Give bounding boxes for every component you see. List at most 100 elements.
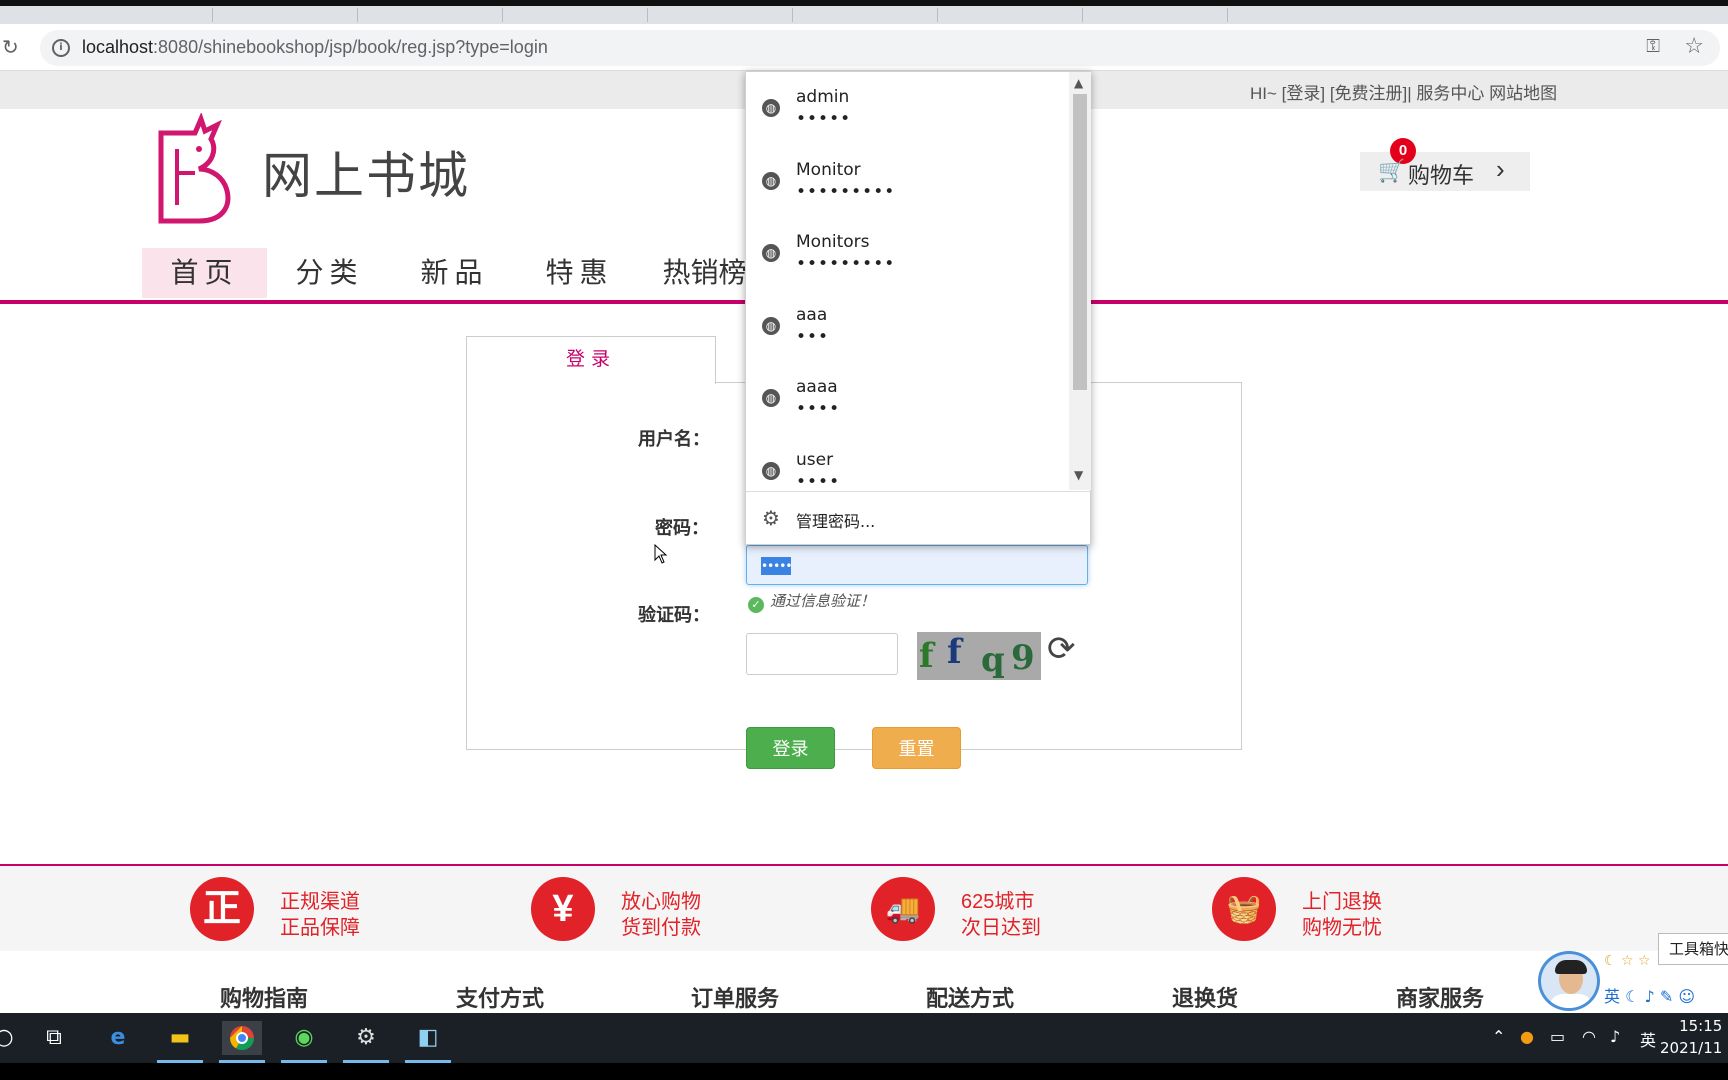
password-label: 密码： — [655, 518, 709, 538]
qq-tray-icon[interactable]: ● — [1520, 1027, 1534, 1046]
clock[interactable]: 15:15 2021/11 — [1660, 1015, 1722, 1059]
password-autofill-dropdown: ◍ admin ••••• ◍ Monitor ••••••••• ◍ Moni… — [745, 71, 1091, 545]
url-text[interactable]: localhost:8080/shinebookshop/jsp/book/re… — [82, 37, 548, 58]
cart-icon: 🛒 — [1378, 158, 1406, 183]
mouse-cursor-icon — [654, 544, 668, 564]
autofill-entry[interactable]: ◍ Monitor ••••••••• — [746, 145, 1069, 217]
address-row: ↻ i localhost:8080/shinebookshop/jsp/boo… — [0, 24, 1728, 71]
guarantee-line1: 放心购物 — [621, 891, 701, 913]
globe-icon: ◍ — [762, 244, 780, 262]
footer-col-orders[interactable]: 订单服务 — [691, 981, 779, 1013]
guarantee-line2: 正品保障 — [280, 917, 360, 939]
site-name[interactable]: 网上书城 — [262, 136, 470, 208]
footer-col-merchant[interactable]: 商家服务 — [1396, 981, 1484, 1013]
footer-col-returns[interactable]: 退换货 — [1172, 981, 1238, 1013]
nav-item-home[interactable]: 首页 — [142, 248, 267, 298]
site-logo[interactable] — [155, 113, 235, 225]
ime-indicator[interactable]: 英 — [1640, 1027, 1656, 1051]
autofill-scrollbar[interactable]: ▲ ▼ — [1069, 72, 1091, 490]
clock-date: 2021/11 — [1660, 1039, 1723, 1057]
autofill-list: ◍ admin ••••• ◍ Monitor ••••••••• ◍ Moni… — [746, 72, 1069, 490]
scroll-thumb[interactable] — [1073, 94, 1087, 390]
password-value: ••••• — [761, 557, 792, 575]
autofill-user: aaaa — [796, 377, 838, 397]
autofill-password: ••• — [796, 327, 830, 347]
bottom-letterbox — [0, 1063, 1728, 1080]
guarantee-line1: 正规渠道 — [280, 891, 360, 913]
password-key-icon[interactable]: ⚿ — [1646, 36, 1660, 57]
taskbar: ○ ⧉ e ▬ ◉ ⚙ ◧ ⌃ ● ▭ ◠ ♪ 英 15:15 2021/11 — [0, 1013, 1728, 1063]
autofill-entry[interactable]: ◍ user •••• — [746, 435, 1069, 490]
autofill-password: •••• — [796, 472, 841, 490]
globe-icon: ◍ — [762, 99, 780, 117]
edge-icon[interactable]: e — [98, 1021, 138, 1055]
settings-app-icon[interactable]: ⚙ — [346, 1021, 386, 1055]
truck-icon: 🚚 — [871, 877, 935, 941]
footer-col-shipping[interactable]: 配送方式 — [926, 981, 1014, 1013]
chrome-icon[interactable] — [222, 1021, 262, 1055]
autofill-entry[interactable]: ◍ aaa ••• — [746, 290, 1069, 362]
globe-icon: ◍ — [762, 317, 780, 335]
utility-links[interactable]: HI~ [登录] [免费注册]| 服务中心 网站地图 — [1250, 79, 1557, 104]
guarantee-band — [0, 866, 1728, 951]
tray-expand-icon[interactable]: ⌃ — [1492, 1027, 1505, 1046]
refresh-captcha-icon[interactable]: ⟳ — [1047, 629, 1076, 669]
autofill-password: ••••••••• — [796, 254, 896, 274]
reload-icon[interactable]: ↻ — [2, 35, 26, 59]
task-view-icon[interactable]: ⧉ — [34, 1021, 74, 1055]
autofill-user: admin — [796, 87, 850, 107]
nav-item-new[interactable]: 新品 — [392, 248, 517, 298]
scroll-up-icon[interactable]: ▲ — [1074, 76, 1083, 90]
guarantee-line2: 货到付款 — [621, 917, 701, 939]
wifi-icon[interactable]: ◠ — [1582, 1027, 1596, 1046]
bookmark-star-icon[interactable]: ☆ — [1684, 34, 1704, 59]
login-button[interactable]: 登录 — [746, 727, 835, 769]
autofill-password: ••••••••• — [796, 182, 896, 202]
volume-icon[interactable]: ♪ — [1610, 1027, 1620, 1046]
guarantee-line2: 购物无忧 — [1302, 917, 1382, 939]
username-label: 用户名： — [638, 429, 710, 449]
autofill-entry[interactable]: ◍ Monitors ••••••••• — [746, 217, 1069, 289]
reset-button[interactable]: 重置 — [872, 727, 961, 769]
qq-avatar[interactable] — [1538, 951, 1600, 1011]
yuan-icon: ¥ — [531, 877, 595, 941]
file-explorer-icon[interactable]: ▬ — [160, 1021, 200, 1055]
password-input[interactable]: ••••• — [746, 545, 1088, 585]
captcha-label: 验证码： — [638, 605, 710, 625]
guarantee-line1: 上门退换 — [1302, 891, 1382, 913]
editor-app-icon[interactable]: ◧ — [408, 1021, 448, 1055]
nav-item-category[interactable]: 分类 — [267, 248, 392, 298]
autofill-password: •••• — [796, 399, 841, 419]
address-bar[interactable]: i localhost:8080/shinebookshop/jsp/book/… — [40, 30, 1720, 66]
manage-passwords-item[interactable]: ⚙ 管理密码... — [746, 492, 1091, 544]
qq-ime-row[interactable]: 英 ☾ ♪ ✎ ☺ — [1604, 983, 1695, 1007]
captcha-char: f — [947, 632, 962, 672]
captcha-input[interactable] — [746, 633, 898, 675]
chevron-right-icon: › — [1496, 154, 1505, 184]
site-info-icon[interactable]: i — [52, 39, 70, 57]
nav-item-special[interactable]: 特惠 — [517, 248, 642, 298]
app-icon[interactable]: ◉ — [284, 1021, 324, 1055]
captcha-image[interactable]: f f q 9 — [917, 632, 1041, 680]
battery-icon[interactable]: ▭ — [1550, 1027, 1565, 1046]
globe-icon: ◍ — [762, 389, 780, 407]
autofill-entry[interactable]: ◍ admin ••••• — [746, 72, 1069, 144]
captcha-char: 9 — [1011, 638, 1035, 678]
gear-icon: ⚙ — [762, 506, 780, 530]
footer-columns: 购物指南 支付方式 订单服务 配送方式 退换货 商家服务 — [0, 973, 1728, 1013]
scroll-down-icon[interactable]: ▼ — [1074, 468, 1083, 482]
tab-strip[interactable] — [0, 6, 1728, 24]
footer-col-guide[interactable]: 购物指南 — [220, 981, 308, 1013]
manage-passwords-label: 管理密码... — [796, 512, 876, 531]
search-icon[interactable]: ○ — [0, 1021, 24, 1055]
cart-button[interactable]: 0 🛒 购物车 › — [1360, 138, 1530, 191]
authentic-icon: 正 — [190, 877, 254, 941]
footer-col-payment[interactable]: 支付方式 — [456, 981, 544, 1013]
guarantee-line2: 次日达到 — [961, 917, 1041, 939]
globe-icon: ◍ — [762, 172, 780, 190]
autofill-entry[interactable]: ◍ aaaa •••• — [746, 362, 1069, 434]
login-tab[interactable]: 登录 — [466, 336, 716, 384]
qq-status-icons[interactable]: ☾ ☆ ☆ — [1604, 953, 1651, 969]
captcha-char: f — [919, 636, 934, 676]
clock-time: 15:15 — [1679, 1017, 1723, 1035]
